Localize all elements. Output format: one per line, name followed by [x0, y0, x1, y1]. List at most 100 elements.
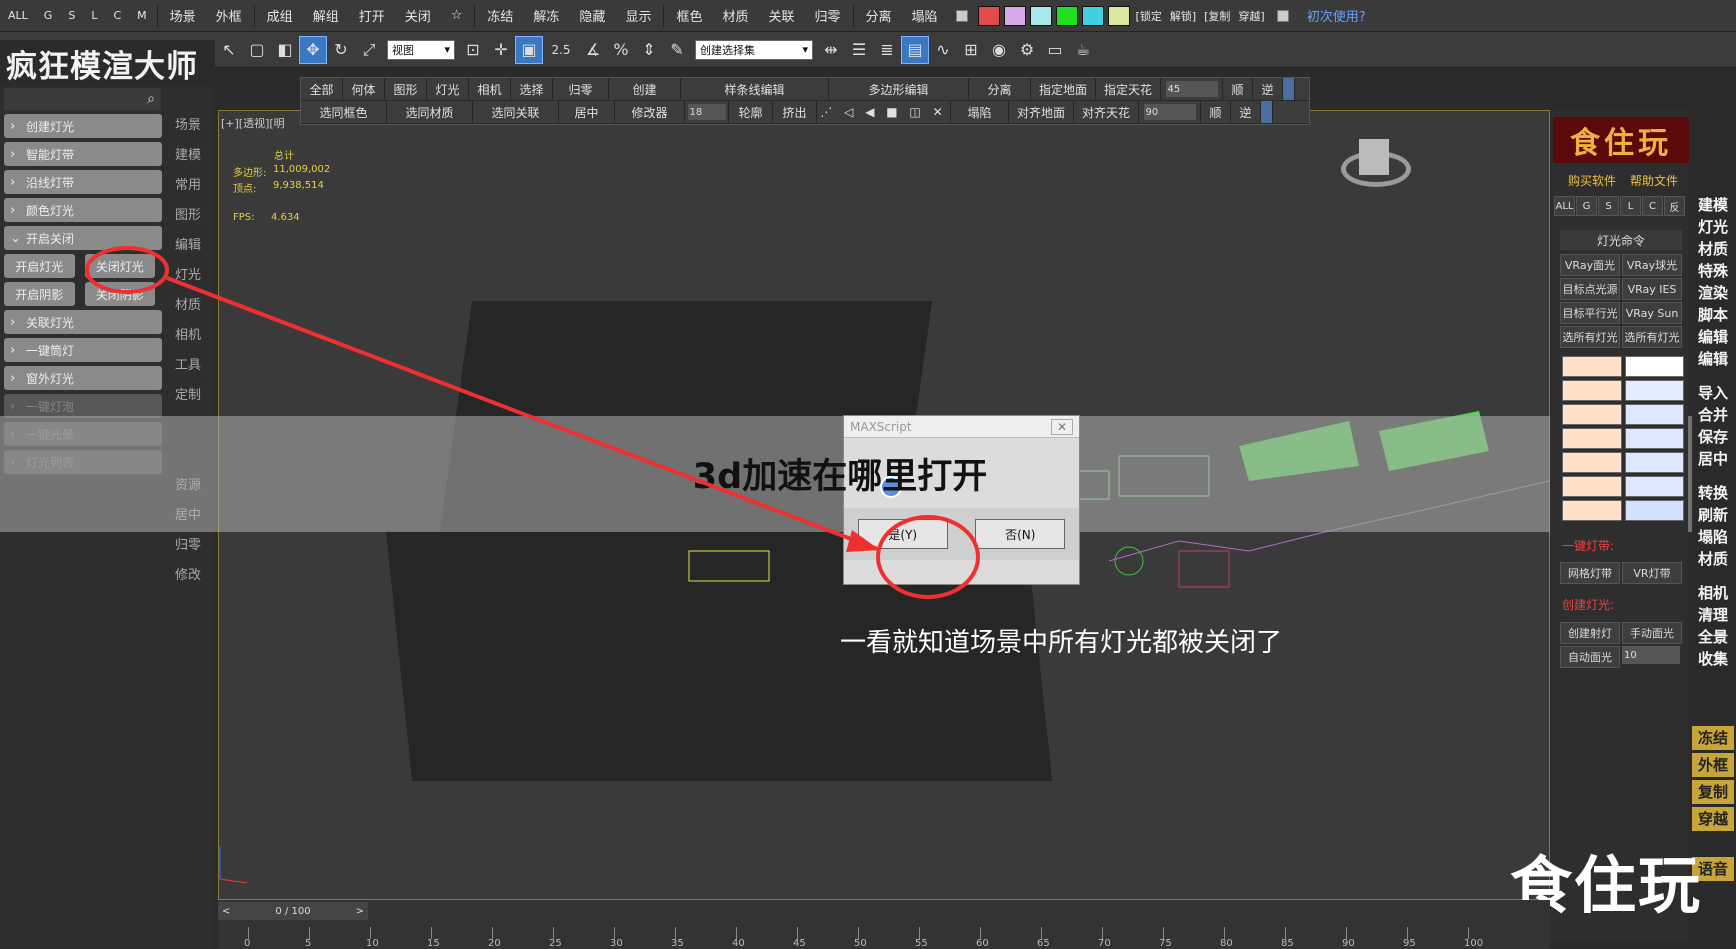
help-link[interactable]: 帮助文件 [1630, 172, 1678, 189]
select-arrow-icon[interactable]: ↖ [215, 36, 243, 64]
light-group-3[interactable]: › 颜色灯光 [4, 198, 162, 222]
far-right-gold-0[interactable]: 冻结 [1692, 726, 1734, 750]
cmd-row2-0[interactable]: 选同框色 [301, 101, 387, 123]
far-right-gold-3[interactable]: 穿越 [1692, 807, 1734, 831]
layers-icon[interactable]: ≣ [873, 36, 901, 64]
cmd-row1-1[interactable]: 何体 [343, 78, 385, 100]
menu-item-0[interactable]: 分离 [856, 6, 902, 25]
angle-spinner[interactable]: 90 [1143, 104, 1196, 120]
vstrip-tab-b-3[interactable]: 修改 [165, 558, 213, 588]
far-right-a-0[interactable]: 建模 [1692, 194, 1734, 216]
cmd-row2-mid-1[interactable]: 挤出 [773, 101, 817, 123]
rotate-icon[interactable]: ↻ [327, 36, 355, 64]
cmd-row2-end-0[interactable]: 顺 [1201, 101, 1231, 123]
cmd-row2-right-1[interactable]: 对齐地面 [1009, 101, 1074, 123]
time-slider[interactable]: < 0 / 100 > [218, 902, 368, 920]
light-command-2[interactable]: 目标点光源 [1560, 278, 1620, 300]
menu-item-4[interactable]: ☆ [441, 8, 473, 23]
filter-tab-2[interactable]: S [60, 9, 83, 22]
cmd-row2-4[interactable]: 修改器 [615, 101, 685, 123]
light-color-swatch-10[interactable] [1562, 476, 1622, 497]
cmd-row1-8[interactable]: 样条线编辑 [681, 78, 829, 100]
prev-frame-icon[interactable]: < [222, 906, 230, 917]
vstrip-tab-6[interactable]: 材质 [165, 288, 213, 318]
render-setup-icon[interactable]: ⚙ [1013, 36, 1041, 64]
outline-spinner[interactable]: 18 [687, 104, 726, 120]
far-right-b-3[interactable]: 居中 [1692, 448, 1734, 470]
manipulate-icon[interactable]: ✛ [487, 36, 515, 64]
color-swatch-3[interactable] [1055, 5, 1078, 26]
light-group-2[interactable]: › 沿线灯带 [4, 170, 162, 194]
filter-tab-4[interactable]: C [105, 9, 129, 22]
strip-button-0[interactable]: 网格灯带 [1560, 562, 1620, 584]
vstrip-tab-3[interactable]: 图形 [165, 198, 213, 228]
menu-item-1[interactable]: 材质 [712, 6, 758, 25]
rp-filter-3[interactable]: L [1620, 196, 1641, 216]
far-right-c-2[interactable]: 塌陷 [1692, 526, 1734, 548]
render-teapot-icon[interactable]: ☕ [1069, 36, 1097, 64]
angle-snap-icon[interactable]: ∡ [579, 36, 607, 64]
vstrip-tab-b-2[interactable]: 归零 [165, 528, 213, 558]
light-toggle-button-1[interactable]: 关闭灯光 [84, 254, 155, 278]
lock-menu-item-1[interactable]: 解锁] [1166, 8, 1200, 24]
shadow-toggle-button-1[interactable]: 关闭阴影 [84, 282, 155, 306]
menu-item-0[interactable]: 框色 [666, 6, 712, 25]
far-right-b-2[interactable]: 保存 [1692, 426, 1734, 448]
filter-tab-3[interactable]: L [83, 9, 105, 22]
far-right-b-0[interactable]: 导入 [1692, 382, 1734, 404]
light-color-swatch-11[interactable] [1624, 476, 1684, 497]
vstrip-tab-1[interactable]: 建模 [165, 138, 213, 168]
create-light-button-0[interactable]: 创建射灯 [1560, 622, 1620, 644]
next-frame-icon[interactable]: > [356, 906, 364, 917]
cmd-row1-5[interactable]: 选择 [511, 78, 553, 100]
menu-item-2[interactable]: 隐藏 [569, 6, 615, 25]
cmd-row1-6[interactable]: 归零 [553, 78, 609, 100]
far-right-a-5[interactable]: 脚本 [1692, 304, 1734, 326]
light-color-swatch-9[interactable] [1624, 452, 1684, 473]
filter-tab-1[interactable]: G [36, 9, 61, 22]
cmd-row1-end-1[interactable]: 逆 [1253, 78, 1283, 100]
menu-item-1[interactable]: 外框 [206, 6, 252, 25]
light-command-4[interactable]: 目标平行光 [1560, 302, 1620, 324]
rp-filter-1[interactable]: G [1576, 196, 1597, 216]
view-select[interactable]: 视图 ▾ [387, 39, 455, 60]
menu-item-3[interactable]: 关闭 [395, 6, 441, 25]
rect-select-icon[interactable]: ▢ [243, 36, 271, 64]
spinner-snap-icon[interactable]: ⇕ [635, 36, 663, 64]
far-right-d-0[interactable]: 相机 [1692, 582, 1734, 604]
light-color-swatch-4[interactable] [1562, 404, 1622, 425]
lock-menu-item-0[interactable]: [锁定 [1132, 8, 1166, 24]
far-right-d-3[interactable]: 收集 [1692, 648, 1734, 670]
cmd-row1-3[interactable]: 灯光 [427, 78, 469, 100]
far-right-gold-2[interactable]: 复制 [1692, 780, 1734, 804]
menu-item-0[interactable]: 冻结 [477, 6, 523, 25]
edit-named-sets-icon[interactable]: ✎ [663, 36, 691, 64]
light-group-b-2[interactable]: › 窗外灯光 [4, 366, 162, 390]
strip-button-1[interactable]: VR灯带 [1622, 562, 1682, 584]
color-swatch-5[interactable] [1107, 5, 1130, 26]
light-color-swatch-5[interactable] [1624, 404, 1684, 425]
light-command-3[interactable]: VRay IES [1622, 278, 1682, 300]
far-right-gold-1[interactable]: 外框 [1692, 753, 1734, 777]
filter-tab-0[interactable]: ALL [0, 9, 36, 22]
light-color-swatch-2[interactable] [1562, 380, 1622, 401]
light-command-1[interactable]: VRay球光 [1622, 254, 1682, 276]
cmd-row1-7[interactable]: 创建 [609, 78, 681, 100]
no-button[interactable]: 否(N) [975, 519, 1066, 549]
cmd-row1-2[interactable]: 图形 [385, 78, 427, 100]
vstrip-tab-9[interactable]: 定制 [165, 378, 213, 408]
cmd-row1-10[interactable]: 分离 [969, 78, 1031, 100]
pivot-icon[interactable]: ⊡ [459, 36, 487, 64]
toggle-checkbox-2[interactable] [1276, 9, 1289, 22]
cmd-row2-right-0[interactable]: 塌陷 [951, 101, 1009, 123]
far-right-d-1[interactable]: 清理 [1692, 604, 1734, 626]
align-icon[interactable]: ☰ [845, 36, 873, 64]
cmd-row1-scroll[interactable] [1283, 78, 1295, 100]
color-swatch-2[interactable] [1029, 5, 1052, 26]
yes-button[interactable]: 是(Y) [857, 519, 948, 549]
cmd-row2-scroll[interactable] [1261, 101, 1273, 123]
snap-toggle-icon[interactable]: 2.5 [543, 36, 579, 64]
color-swatch-0[interactable] [977, 5, 1000, 26]
far-right-c-3[interactable]: 材质 [1692, 548, 1734, 570]
far-right-a-7[interactable]: 编辑 [1692, 348, 1734, 370]
